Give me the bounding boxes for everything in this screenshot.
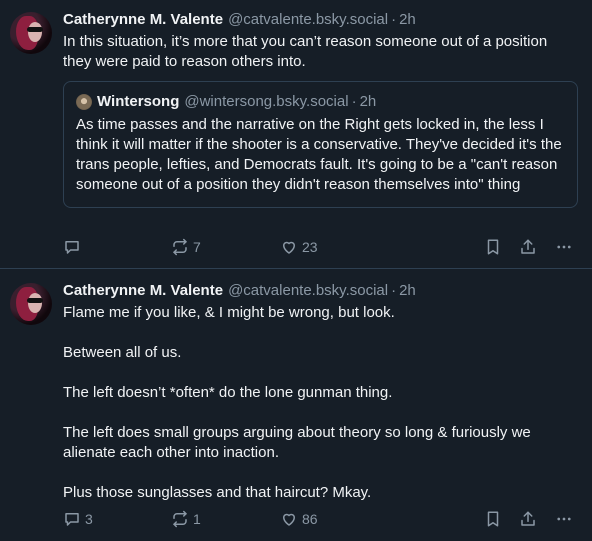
like-count: 86 xyxy=(302,511,318,527)
share-button[interactable] xyxy=(519,510,537,528)
avatar[interactable] xyxy=(10,12,52,54)
post-header: Catherynne M. Valente @catvalente.bsky.s… xyxy=(63,281,576,300)
more-button[interactable] xyxy=(555,510,573,528)
repost-icon xyxy=(173,238,187,256)
post-time[interactable]: 2h xyxy=(399,10,416,29)
bookmark-button[interactable] xyxy=(484,510,502,528)
post-actions: 3 1 86 xyxy=(63,509,576,529)
bookmark-icon xyxy=(487,511,499,527)
more-button[interactable] xyxy=(555,238,573,256)
more-icon xyxy=(557,245,571,249)
post-header: Catherynne M. Valente @catvalente.bsky.s… xyxy=(63,10,576,29)
post-text: Flame me if you like, & I might be wrong… xyxy=(63,304,531,501)
post-actions: 7 23 xyxy=(63,237,576,257)
quote-time: 2h xyxy=(359,93,377,110)
bookmark-icon xyxy=(487,239,499,255)
like-icon xyxy=(283,513,295,526)
repost-count: 7 xyxy=(193,239,201,255)
post-time[interactable]: 2h xyxy=(399,281,416,300)
repost-icon xyxy=(173,510,187,528)
quote-author-name: Wintersong xyxy=(97,93,180,110)
like-icon xyxy=(283,241,295,254)
separator-dot: · xyxy=(391,282,397,299)
post-content: Catherynne M. Valente @catvalente.bsky.s… xyxy=(63,281,576,541)
quote-avatar xyxy=(76,93,92,110)
reply-icon xyxy=(65,513,79,526)
reply-count: 3 xyxy=(85,511,93,527)
share-button[interactable] xyxy=(519,238,537,256)
author-handle[interactable]: @catvalente.bsky.social xyxy=(228,281,388,300)
quote-author-handle: @wintersong.bsky.social xyxy=(184,93,349,110)
repost-count: 1 xyxy=(193,511,201,527)
like-count: 23 xyxy=(302,239,318,255)
reply-button[interactable] xyxy=(63,238,85,256)
repost-button[interactable]: 7 xyxy=(171,238,201,256)
author-handle[interactable]: @catvalente.bsky.social xyxy=(228,10,388,29)
author-name[interactable]: Catherynne M. Valente xyxy=(63,281,223,300)
separator-dot: · xyxy=(391,11,397,28)
author-name[interactable]: Catherynne M. Valente xyxy=(63,10,223,29)
share-icon xyxy=(521,239,535,254)
more-icon xyxy=(557,517,571,521)
bookmark-button[interactable] xyxy=(484,238,502,256)
share-icon xyxy=(521,511,535,526)
post[interactable]: Catherynne M. Valente @catvalente.bsky.s… xyxy=(0,0,592,269)
post-text: In this situation, it’s more that you ca… xyxy=(63,33,552,70)
repost-button[interactable]: 1 xyxy=(171,510,201,528)
like-button[interactable]: 23 xyxy=(280,238,318,256)
quoted-post[interactable]: Wintersong @wintersong.bsky.social · 2h … xyxy=(63,81,578,208)
avatar[interactable] xyxy=(10,283,52,325)
separator-dot: · xyxy=(351,93,357,110)
post[interactable]: Catherynne M. Valente @catvalente.bsky.s… xyxy=(0,269,592,541)
quote-text: As time passes and the narrative on the … xyxy=(76,116,566,193)
feed: Catherynne M. Valente @catvalente.bsky.s… xyxy=(0,0,592,541)
quote-header: Wintersong @wintersong.bsky.social · 2h xyxy=(76,92,565,111)
reply-button[interactable]: 3 xyxy=(63,510,93,528)
like-button[interactable]: 86 xyxy=(280,510,318,528)
post-content: Catherynne M. Valente @catvalente.bsky.s… xyxy=(63,10,578,269)
reply-icon xyxy=(65,241,79,254)
